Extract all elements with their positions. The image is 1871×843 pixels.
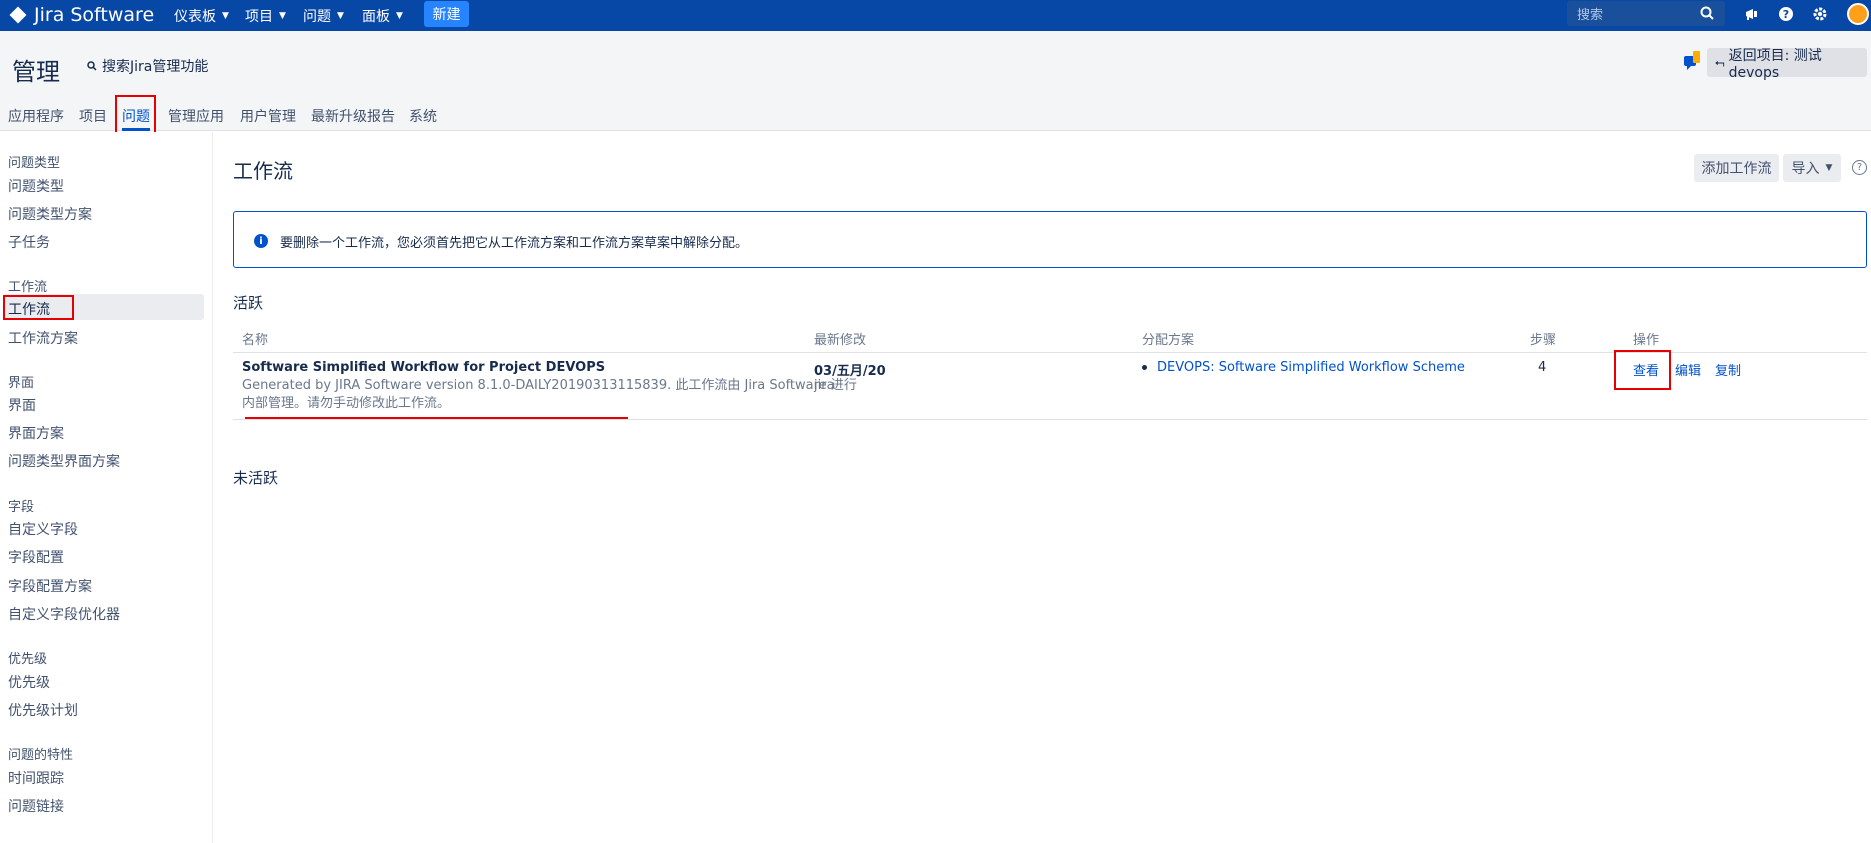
chevron-down-icon: ▼: [1825, 163, 1833, 173]
sidebar-section-issue-features: 问题的特性: [8, 748, 74, 763]
sidebar-item-field-configuration-schemes[interactable]: 字段配置方案: [8, 576, 92, 596]
back-to-project-button[interactable]: ⮢ 返回项目: 测试devops: [1707, 48, 1867, 81]
feedback-icon[interactable]: [1682, 50, 1702, 74]
top-navigation-bar: Jira Software 仪表板 ▼ 项目 ▼ 问题 ▼ 面板 ▼ 新建 搜索 ?: [0, 0, 1871, 31]
sidebar-item-issue-types[interactable]: 问题类型: [8, 176, 64, 196]
create-button[interactable]: 新建: [424, 1, 469, 27]
column-header-name: 名称: [242, 333, 269, 348]
sidebar-item-priorities[interactable]: 优先级: [8, 672, 50, 692]
annotation-highlight-box: [1614, 350, 1671, 390]
scheme-list-item: DEVOPS: Software Simplified Workflow Sch…: [1142, 360, 1465, 375]
nav-dashboards[interactable]: 仪表板 ▼: [174, 0, 229, 31]
sidebar-item-custom-field-optimizer[interactable]: 自定义字段优化器: [8, 604, 120, 624]
bullet-icon: [1142, 365, 1147, 370]
sidebar-item-issue-type-screen-schemes[interactable]: 问题类型界面方案: [8, 451, 120, 471]
add-workflow-button[interactable]: 添加工作流: [1694, 154, 1779, 182]
tab-manage-apps[interactable]: 管理应用: [168, 106, 224, 126]
help-icon[interactable]: ?: [1852, 160, 1867, 175]
jira-diamond-icon: [9, 6, 27, 24]
info-icon: i: [254, 234, 268, 248]
edit-link[interactable]: 编辑: [1675, 360, 1701, 379]
tab-applications[interactable]: 应用程序: [8, 106, 64, 126]
sidebar-item-field-configurations[interactable]: 字段配置: [8, 547, 64, 567]
notifications-megaphone-icon[interactable]: [1742, 4, 1762, 24]
nav-issues[interactable]: 问题 ▼: [303, 0, 344, 31]
chevron-down-icon: ▼: [337, 10, 344, 21]
settings-gear-icon[interactable]: [1810, 4, 1830, 24]
inactive-section-header: 未活跃: [233, 469, 279, 487]
sidebar-section-priorities: 优先级: [8, 652, 48, 667]
tab-system[interactable]: 系统: [409, 106, 437, 126]
admin-search-link[interactable]: 搜索Jira管理功能: [87, 56, 208, 76]
workflow-description-line1: Generated by JIRA Software version 8.1.0…: [242, 378, 857, 393]
page-title: 管理: [12, 58, 60, 86]
copy-link[interactable]: 复制: [1715, 360, 1741, 379]
tab-projects[interactable]: 项目: [79, 106, 107, 126]
jira-logo[interactable]: Jira Software: [8, 2, 154, 28]
search-icon: [1700, 6, 1714, 20]
active-section-header: 活跃: [233, 294, 264, 312]
sidebar-item-time-tracking[interactable]: 时间跟踪: [8, 768, 64, 788]
info-message: i 要删除一个工作流，您必须首先把它从工作流方案和工作流方案草案中解除分配。: [233, 211, 1867, 268]
sidebar-section-screens: 界面: [8, 376, 35, 391]
svg-text:?: ?: [1783, 8, 1789, 21]
column-header-operations: 操作: [1633, 333, 1660, 348]
workflow-description-line2: 内部管理。请勿手动修改此工作流。: [242, 396, 451, 411]
user-avatar[interactable]: [1847, 3, 1869, 25]
nav-projects[interactable]: 项目 ▼: [245, 0, 286, 31]
annotation-highlight-box: [115, 95, 156, 136]
sidebar-item-screen-schemes[interactable]: 界面方案: [8, 423, 64, 443]
search-icon: [87, 61, 97, 71]
sidebar-item-subtasks[interactable]: 子任务: [8, 232, 50, 252]
tab-user-management[interactable]: 用户管理: [240, 106, 296, 126]
steps-count: 4: [1538, 360, 1547, 375]
sidebar-item-workflow-schemes[interactable]: 工作流方案: [8, 328, 78, 348]
sidebar-section-fields: 字段: [8, 500, 35, 515]
global-search-input[interactable]: 搜索: [1567, 1, 1725, 26]
annotation-highlight-box: [3, 295, 74, 320]
table-row-divider: [233, 419, 1867, 420]
scheme-link[interactable]: DEVOPS: Software Simplified Workflow Sch…: [1157, 360, 1465, 375]
sidebar-item-custom-fields[interactable]: 自定义字段: [8, 519, 78, 539]
sidebar-section-issue-types: 问题类型: [8, 156, 61, 171]
sidebar-item-issue-linking[interactable]: 问题链接: [8, 796, 64, 816]
chevron-down-icon: ▼: [222, 10, 229, 21]
chevron-down-icon: ▼: [396, 10, 403, 21]
sidebar-item-issue-type-schemes[interactable]: 问题类型方案: [8, 204, 92, 224]
sidebar-item-priority-schemes[interactable]: 优先级计划: [8, 700, 78, 720]
sidebar-item-screens[interactable]: 界面: [8, 395, 36, 415]
workflows-title: 工作流: [233, 159, 293, 183]
last-modified-user: jira: [814, 378, 835, 393]
column-header-schemes: 分配方案: [1142, 333, 1195, 348]
column-header-last-modified: 最新修改: [814, 333, 867, 348]
sidebar-section-workflows: 工作流: [8, 280, 48, 295]
last-modified-date: 03/五月/20: [814, 364, 886, 379]
column-header-steps: 步骤: [1530, 333, 1557, 348]
tab-upgrade-report[interactable]: 最新升级报告: [311, 106, 395, 126]
help-icon[interactable]: ?: [1776, 4, 1796, 24]
import-button[interactable]: 导入 ▼: [1783, 154, 1841, 182]
logo-text: Jira Software: [34, 4, 155, 26]
nav-boards[interactable]: 面板 ▼: [362, 0, 403, 31]
back-arrow-icon: ⮢: [1715, 55, 1725, 69]
workflow-name: Software Simplified Workflow for Project…: [242, 360, 606, 375]
chevron-down-icon: ▼: [279, 10, 286, 21]
